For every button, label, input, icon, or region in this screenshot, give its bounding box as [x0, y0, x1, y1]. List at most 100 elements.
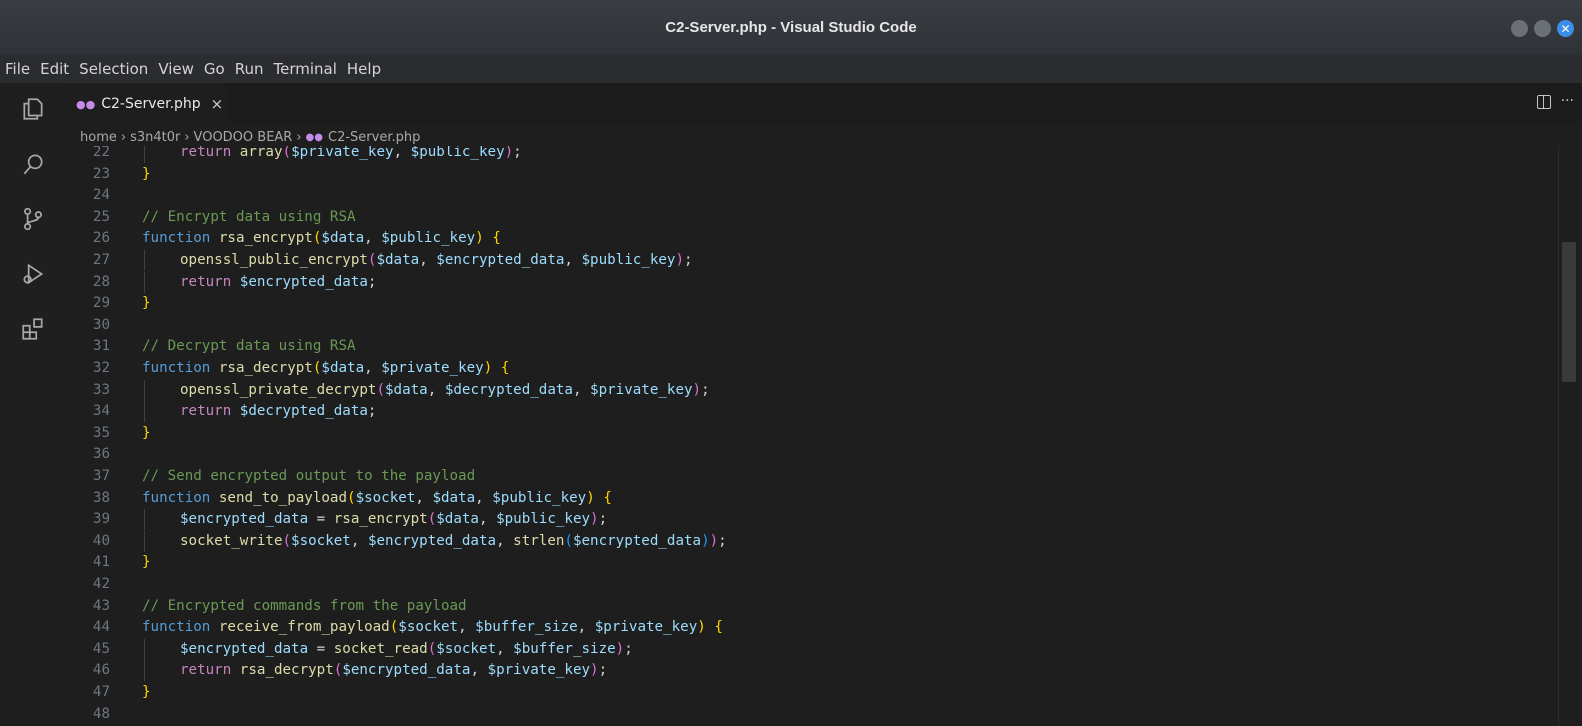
code-text: function rsa_decrypt($data, $private_key…: [142, 358, 509, 379]
code-token: $data: [321, 230, 365, 247]
code-token: (: [282, 532, 292, 549]
menu-view[interactable]: View: [153, 55, 199, 83]
code-line: 45 $encrypted_data = socket_read($socket,…: [64, 638, 1554, 660]
close-button[interactable]: ✕: [1557, 20, 1574, 37]
line-number: 45: [92, 640, 110, 657]
code-token: ,: [496, 532, 514, 549]
code-token: ,: [427, 381, 445, 398]
menu-terminal[interactable]: Terminal: [269, 55, 342, 83]
code-text: // Encrypted commands from the payload: [142, 596, 467, 617]
code-token: $data: [385, 381, 428, 398]
breadcrumb-file[interactable]: C2-Server.php: [328, 130, 420, 145]
scrollbar-thumb[interactable]: [1562, 242, 1576, 382]
line-number: 22: [92, 146, 110, 160]
code-line: 42: [64, 574, 1554, 595]
code-token: socket_read: [333, 640, 428, 657]
code-line: 48: [64, 704, 1554, 725]
indent-guide: [144, 530, 145, 552]
code-token: ;: [701, 381, 710, 398]
code-token: ;: [513, 146, 522, 160]
window-controls: ✕: [1511, 20, 1574, 37]
editor-actions: ···: [1536, 93, 1574, 109]
code-token: $encrypted_data: [436, 252, 565, 268]
maximize-button[interactable]: [1534, 20, 1551, 37]
menu-edit[interactable]: Edit: [35, 55, 74, 83]
source-control-icon[interactable]: [20, 206, 46, 232]
more-actions-icon[interactable]: ···: [1561, 93, 1574, 109]
code-token: ): [675, 252, 685, 268]
code-token: rsa_decrypt: [239, 662, 334, 679]
code-token: $public_key: [492, 489, 587, 506]
indent-guide: [144, 379, 145, 401]
code-token: return: [180, 403, 232, 420]
code-token: ): [697, 619, 706, 636]
code-token: ,: [564, 252, 582, 268]
split-editor-icon[interactable]: [1536, 95, 1551, 109]
code-token: ): [483, 360, 493, 376]
search-icon[interactable]: [20, 151, 46, 177]
code-token: }: [142, 295, 151, 312]
breadcrumb-folder[interactable]: VOODOO BEAR: [194, 130, 293, 145]
minimize-button[interactable]: [1511, 20, 1528, 37]
code-line: 39 $encrypted_data = rsa_encrypt($data, $…: [64, 509, 1554, 531]
code-text: function rsa_encrypt($data, $public_key)…: [142, 228, 501, 249]
menu-go[interactable]: Go: [199, 55, 230, 83]
code-token: }: [142, 165, 151, 182]
code-token: ,: [419, 252, 437, 268]
code-token: ,: [364, 360, 382, 376]
code-token: ;: [624, 640, 633, 657]
line-number: 33: [92, 381, 110, 398]
line-number: 26: [92, 230, 110, 247]
code-token: ): [504, 146, 514, 160]
menu-help[interactable]: Help: [342, 55, 386, 83]
code-token: rsa_encrypt: [218, 230, 313, 247]
code-token: ): [701, 532, 710, 549]
code-text: $encrypted_data = rsa_encrypt($data, $pu…: [180, 509, 607, 530]
menu-run[interactable]: Run: [230, 55, 269, 83]
code-token: (: [282, 146, 292, 160]
code-token: $public_key: [381, 230, 476, 247]
tab-c2-server[interactable]: ●● C2-Server.php ×: [64, 83, 227, 124]
code-text: openssl_private_decrypt($data, $decrypte…: [180, 380, 710, 401]
code-line: 24: [64, 185, 1554, 206]
code-line: 37 // Send encrypted output to the payloa…: [64, 466, 1554, 487]
extensions-icon[interactable]: [20, 316, 46, 342]
code-token: $private_key: [590, 381, 693, 398]
code-token: ,: [415, 489, 433, 506]
code-token: ;: [367, 273, 377, 290]
code-token: openssl_public_encrypt: [180, 252, 368, 268]
run-debug-icon[interactable]: [20, 261, 46, 287]
menu-selection[interactable]: Selection: [74, 55, 153, 83]
code-token: (: [389, 619, 399, 636]
vertical-scrollbar[interactable]: [1558, 146, 1582, 726]
code-token: $encrypted_data: [180, 511, 309, 528]
code-editor[interactable]: 22 return array($private_key, $public_key…: [64, 146, 1558, 726]
indent-guide: [144, 638, 145, 660]
code-line: 47}: [64, 682, 1554, 703]
breadcrumb-user[interactable]: s3n4t0r: [130, 130, 180, 145]
explorer-icon[interactable]: [20, 96, 46, 122]
menu-file[interactable]: File: [0, 55, 35, 83]
breadcrumb-home[interactable]: home: [80, 130, 117, 145]
code-token: {: [500, 360, 510, 376]
close-icon[interactable]: ×: [211, 95, 224, 113]
code-token: return: [180, 146, 232, 160]
line-number: 44: [92, 619, 110, 636]
code-token: }: [142, 684, 151, 700]
code-text: }: [142, 164, 151, 185]
code-token: (: [427, 640, 437, 657]
code-token: $data: [376, 252, 420, 268]
code-token: receive_from_payload: [218, 619, 390, 636]
code-text: // Encrypt data using RSA: [142, 207, 356, 228]
code-token: (: [564, 532, 573, 549]
code-line: 32 function rsa_decrypt($data, $private_k…: [64, 358, 1554, 379]
line-number: 47: [92, 684, 110, 700]
code-token: ;: [598, 511, 608, 528]
code-token: =: [308, 640, 334, 657]
activity-bar: [0, 83, 64, 726]
code-token: (: [427, 511, 437, 528]
